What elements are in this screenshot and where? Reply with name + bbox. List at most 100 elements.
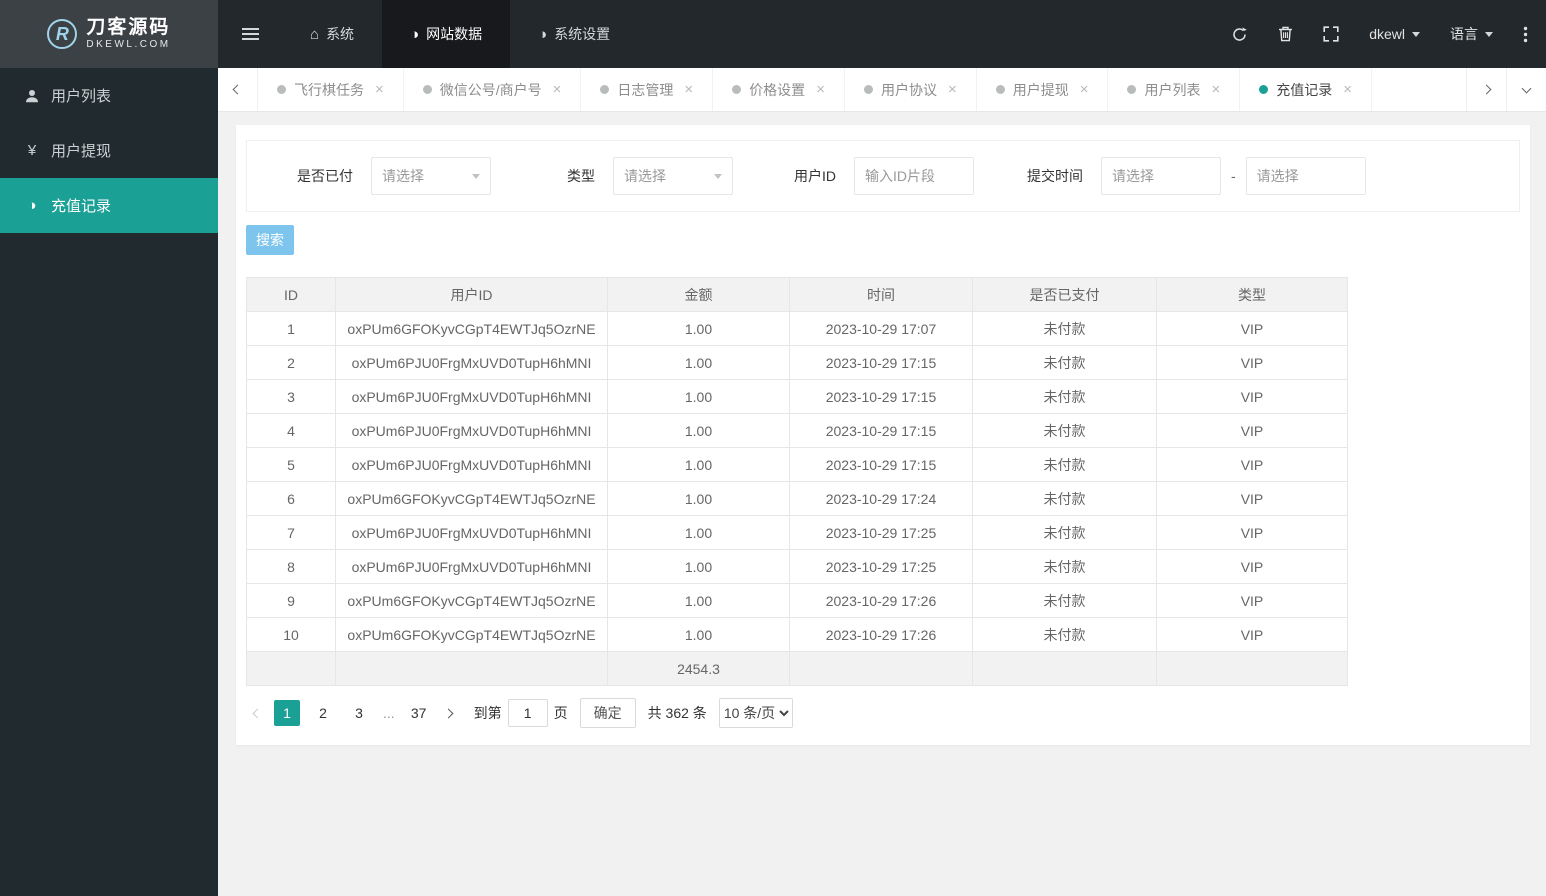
tab-close-icon[interactable]: × — [1211, 81, 1220, 98]
time-end-input[interactable] — [1245, 157, 1366, 195]
page-button-last[interactable]: 37 — [406, 700, 432, 726]
tab-status-dot — [863, 85, 873, 94]
next-page-button[interactable] — [437, 708, 460, 718]
tab-1[interactable]: 微信公号/商户号 × — [404, 68, 582, 111]
table-cell: VIP — [1156, 617, 1348, 652]
table-summary-cell — [246, 651, 336, 686]
page-button-1[interactable]: 1 — [274, 700, 300, 726]
tab-6[interactable]: 用户列表 × — [1108, 68, 1241, 111]
table-cell: 未付款 — [972, 379, 1157, 414]
nav-item-label: 系统 — [326, 26, 355, 42]
tab-close-icon[interactable]: × — [948, 81, 957, 98]
tab-close-icon[interactable]: × — [1343, 81, 1352, 98]
sidebar-item-label: 用户列表 — [51, 88, 112, 105]
tab-status-dot — [277, 85, 286, 94]
trash-icon[interactable] — [1278, 26, 1293, 42]
confirm-page-button[interactable]: 确定 — [579, 698, 636, 728]
column-header: 金额 — [607, 277, 790, 312]
chevron-left-icon — [232, 84, 243, 95]
userid-input[interactable] — [854, 157, 974, 195]
refresh-icon[interactable] — [1231, 26, 1248, 43]
table-summary-cell — [1156, 651, 1348, 686]
select-placeholder: 请选择 — [624, 168, 666, 184]
time-start-input[interactable] — [1101, 157, 1221, 195]
table-row: 9 oxPUm6GFOKyvCGpT4EWTJq5OzrNE 1.00 2023-10… — [246, 583, 1348, 618]
tabs-scroll-right-button[interactable] — [1466, 68, 1506, 111]
table-cell: oxPUm6GFOKyvCGpT4EWTJq5OzrNE — [335, 583, 608, 618]
type-filter-label: 类型 — [567, 168, 595, 184]
table-cell: 未付款 — [972, 515, 1157, 550]
table-summary-row: 2454.3 — [246, 651, 1348, 686]
sidebar-item-user-list[interactable]: 用户列表 — [0, 68, 218, 123]
table-row: 8 oxPUm6PJU0FrgMxUVD0TupH6hMNI 1.00 2023-10… — [246, 549, 1348, 584]
tab-5[interactable]: 用户提现 × — [977, 68, 1109, 111]
table-cell: 1.00 — [607, 515, 790, 550]
tab-3[interactable]: 价格设置 × — [713, 68, 845, 111]
more-menu-icon[interactable] — [1523, 26, 1528, 43]
tab-close-icon[interactable]: × — [1080, 81, 1089, 98]
tab-7[interactable]: 充值记录 × — [1240, 68, 1373, 111]
user-menu[interactable]: dkewl — [1369, 26, 1420, 42]
tab-close-icon[interactable]: × — [816, 81, 825, 98]
logo-icon: R — [47, 19, 78, 49]
table-cell: 2023-10-29 17:07 — [789, 311, 973, 346]
tabbar: 飞行棋任务 × 微信公号/商户号 × 日志管理 × 价格设置 × 用户协议 × 用户提现 × 用户列表 ×… — [218, 68, 1546, 112]
paid-filter-label: 是否已付 — [297, 168, 353, 184]
chevron-down-icon — [1485, 31, 1493, 37]
page-button-2[interactable]: 2 — [310, 700, 336, 726]
search-button[interactable]: 搜索 — [246, 225, 294, 255]
table-summary-cell — [789, 651, 973, 686]
tab-close-icon[interactable]: × — [375, 81, 384, 98]
table-cell: 9 — [246, 583, 336, 618]
nav-item-system-settings[interactable]: ◑ 系统设置 — [510, 0, 638, 68]
table-cell: VIP — [1156, 447, 1348, 482]
chevron-down-icon — [1412, 31, 1420, 37]
userid-filter-label: 用户ID — [794, 168, 836, 184]
table-cell: VIP — [1156, 515, 1348, 550]
table-cell: 1.00 — [607, 447, 790, 482]
tab-4[interactable]: 用户协议 × — [845, 68, 977, 111]
table-row: 10 oxPUm6GFOKyvCGpT4EWTJq5OzrNE 1.00 2023-1… — [246, 617, 1348, 652]
table-cell: 1.00 — [607, 583, 790, 618]
page-button-3[interactable]: 3 — [346, 700, 372, 726]
logo-text: 刀客源码 DKEWL.COM — [86, 17, 170, 50]
table-cell: 未付款 — [972, 549, 1157, 584]
table-cell: oxPUm6GFOKyvCGpT4EWTJq5OzrNE — [335, 617, 608, 652]
main-content: 是否已付 请选择 类型 请选择 用户ID 输入ID片段 提交时间 请选择 - 请… — [218, 112, 1546, 896]
table-cell: 2023-10-29 17:25 — [789, 549, 973, 584]
sidebar-toggle-button[interactable] — [218, 0, 282, 68]
filter-form: 是否已付 请选择 类型 请选择 用户ID 输入ID片段 提交时间 请选择 - 请… — [246, 140, 1520, 212]
page-size-select[interactable]: 10 条/页 — [718, 698, 793, 728]
table-cell: VIP — [1156, 311, 1348, 346]
table-cell: VIP — [1156, 413, 1348, 448]
nav-item-system[interactable]: ⌂ 系统 — [282, 0, 382, 68]
table-cell: 2023-10-29 17:26 — [789, 617, 973, 652]
tab-strip: 飞行棋任务 × 微信公号/商户号 × 日志管理 × 价格设置 × 用户协议 × 用户提现 × 用户列表 ×… — [258, 68, 1466, 111]
table-header-row: ID 用户ID 金额 时间 是否已支付 类型 — [246, 277, 1348, 312]
tab-2[interactable]: 日志管理 × — [581, 68, 714, 111]
paid-filter-select[interactable]: 请选择 — [371, 157, 491, 195]
yen-icon: ¥ — [27, 142, 37, 159]
fullscreen-icon[interactable] — [1323, 26, 1339, 42]
nav-item-site-data[interactable]: ◑ 网站数据 — [382, 0, 511, 68]
tab-0[interactable]: 飞行棋任务 × — [258, 68, 404, 111]
table-cell: 10 — [246, 617, 336, 652]
user-icon — [24, 89, 40, 103]
goto-page-input[interactable] — [507, 699, 548, 727]
tab-label: 微信公号/商户号 — [439, 81, 542, 98]
tab-label: 用户列表 — [1144, 81, 1201, 98]
tabs-menu-button[interactable] — [1506, 68, 1546, 111]
sidebar-item-user-withdraw[interactable]: ¥ 用户提现 — [0, 123, 218, 178]
table-cell: 4 — [246, 413, 336, 448]
tabs-scroll-left-button[interactable] — [218, 68, 258, 111]
table-cell: oxPUm6PJU0FrgMxUVD0TupH6hMNI — [335, 447, 608, 482]
tab-close-icon[interactable]: × — [684, 81, 693, 98]
table-row: 3 oxPUm6PJU0FrgMxUVD0TupH6hMNI 1.00 2023-10… — [246, 379, 1348, 414]
table-cell: oxPUm6PJU0FrgMxUVD0TupH6hMNI — [335, 413, 608, 448]
language-label: 语言 — [1450, 26, 1478, 42]
prev-page-button[interactable] — [246, 708, 269, 718]
type-filter-select[interactable]: 请选择 — [613, 157, 733, 195]
sidebar-item-recharge-records[interactable]: ◑ 充值记录 — [0, 178, 218, 233]
tab-close-icon[interactable]: × — [553, 81, 562, 98]
language-menu[interactable]: 语言 — [1450, 24, 1493, 44]
